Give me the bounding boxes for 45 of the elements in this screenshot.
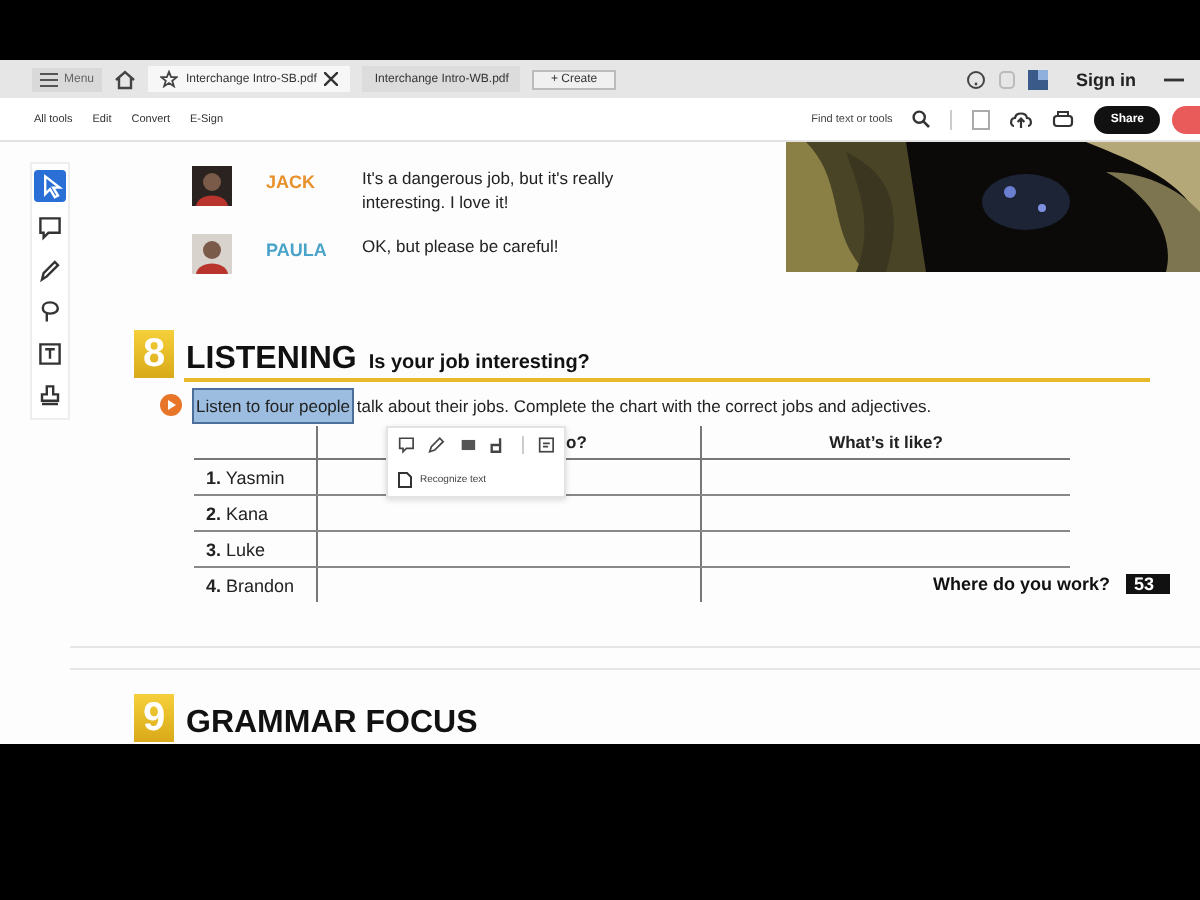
avatar-icon: [192, 166, 232, 206]
row-number: 2.: [206, 503, 222, 523]
apps-icon[interactable]: [1028, 69, 1048, 89]
dialogue-text: It's a dangerous job, but it's really interesting. I love it!: [362, 166, 614, 214]
row-number: 1.: [206, 467, 222, 487]
home-icon[interactable]: [114, 69, 137, 89]
document-icon: [398, 472, 412, 488]
play-icon[interactable]: [160, 394, 182, 416]
search-icon[interactable]: [912, 110, 931, 128]
account-avatar[interactable]: [1172, 105, 1200, 133]
instruction-text: Listen to four people talk about their jobs. Complete the chart with the correct jobs and adjectives.: [194, 395, 932, 415]
person-name: Brandon: [226, 575, 295, 595]
help-icon[interactable]: [966, 69, 986, 89]
select-tool-icon[interactable]: [34, 170, 66, 202]
dialogue-text: OK, but please be careful!: [362, 234, 559, 258]
close-icon[interactable]: [324, 72, 339, 86]
section-number: 8: [134, 330, 174, 378]
avatar-icon: [192, 234, 232, 274]
pen-icon[interactable]: [428, 436, 446, 454]
comment-tool-icon[interactable]: [34, 212, 66, 244]
section-title: LISTENING: [186, 342, 357, 378]
printer-icon[interactable]: [1052, 109, 1075, 129]
person-name: Yasmin: [225, 467, 285, 487]
footer-text: Where do you work?: [932, 574, 1110, 594]
row-number: 4.: [206, 575, 222, 595]
person-name: Luke: [226, 539, 266, 559]
sign-in-button[interactable]: Sign in: [1060, 69, 1152, 89]
section-subtitle: Is your job interesting?: [368, 350, 590, 378]
minimize-icon[interactable]: [1164, 77, 1184, 81]
menu-icon: [40, 71, 58, 87]
person-name: Kana: [226, 503, 269, 523]
speaker-name: PAULA: [266, 238, 329, 260]
speaker-name: JACK: [266, 170, 318, 192]
comment-icon[interactable]: [398, 436, 415, 454]
highlighter-icon[interactable]: [459, 436, 477, 454]
section-number: 9: [134, 694, 174, 742]
upload-icon[interactable]: [1010, 109, 1033, 129]
page-number: 53: [1125, 574, 1170, 594]
section-title: GRAMMAR FOCUS: [186, 706, 478, 742]
textbox-tool-icon[interactable]: [34, 338, 66, 370]
column-header: What’s it like?: [829, 432, 943, 452]
text-recognition-icon[interactable]: [537, 436, 554, 454]
column-header: o?: [566, 432, 587, 452]
star-icon: [160, 70, 179, 88]
row-number: 3.: [206, 539, 222, 559]
